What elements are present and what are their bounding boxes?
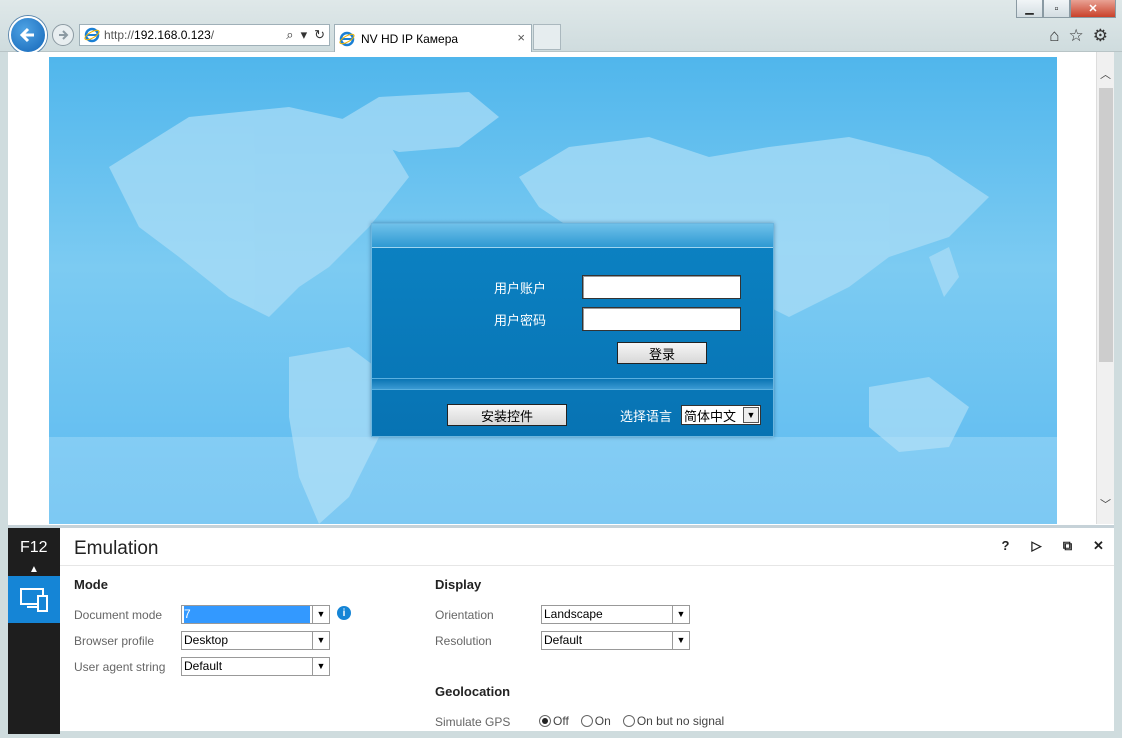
document-mode-value: 7 <box>184 606 310 623</box>
tab-close-icon[interactable]: × <box>517 30 525 45</box>
username-label: 用户账户 <box>494 281 547 296</box>
simulate-gps-label: Simulate GPS <box>435 715 511 729</box>
orientation-select[interactable]: Landscape ▼ <box>541 605 690 624</box>
orientation-value: Landscape <box>544 607 603 621</box>
refresh-icon[interactable]: ↻ <box>314 27 325 43</box>
home-icon[interactable]: ⌂ <box>1049 26 1059 46</box>
chevron-down-icon: ▼ <box>312 632 329 649</box>
search-icon[interactable]: ⌕ <box>286 27 293 43</box>
document-mode-select[interactable]: 7 ▼ <box>181 605 330 624</box>
gps-radio-off[interactable]: Off <box>539 714 569 728</box>
devtools-header: Emulation ? ▷ ⧉ ✕ <box>60 528 1114 566</box>
login-panel-header <box>372 224 773 248</box>
devtools-header-buttons: ? ▷ ⧉ ✕ <box>998 538 1106 554</box>
username-input[interactable] <box>582 275 741 299</box>
forward-button[interactable] <box>52 24 74 46</box>
minimize-button[interactable]: ▁ <box>1016 0 1043 18</box>
forward-arrow-icon <box>59 30 69 40</box>
resolution-label: Resolution <box>435 634 492 648</box>
address-bar[interactable]: http://192.168.0.123/ ⌕ ▾ ↻ <box>79 24 330 46</box>
orientation-label: Orientation <box>435 608 494 622</box>
browser-chrome: ▁ ▫ ✕ http://192.168.0.123/ ⌕ ▾ ↻ NV HD … <box>0 0 1122 54</box>
scroll-down-icon[interactable]: ﹀ <box>1100 496 1111 512</box>
chevron-down-icon: ▼ <box>312 658 329 675</box>
user-agent-label: User agent string <box>74 660 166 674</box>
info-icon[interactable]: i <box>337 606 351 620</box>
login-panel: 用户账户 用户密码 登录 安装控件 选择语言 简体中文 ▼ <box>371 223 774 437</box>
frame-border <box>0 52 8 738</box>
browser-profile-label: Browser profile <box>74 634 155 648</box>
language-label: 选择语言 <box>620 409 673 424</box>
window-controls: ▁ ▫ ✕ <box>1016 0 1116 18</box>
vertical-scrollbar[interactable]: ︿ ﹀ <box>1096 52 1114 524</box>
devtools-tool-rail: F12 ▲ <box>8 528 60 734</box>
chevron-down-icon: ▼ <box>312 606 329 623</box>
back-button[interactable] <box>9 16 47 54</box>
emulation-tool-button[interactable] <box>8 576 60 623</box>
password-label: 用户密码 <box>494 313 547 328</box>
login-button[interactable]: 登录 <box>617 342 707 364</box>
address-url: http://192.168.0.123/ <box>104 28 215 42</box>
new-tab-button[interactable] <box>533 24 561 50</box>
user-agent-value: Default <box>184 659 223 673</box>
devtools-title: Emulation <box>74 538 159 559</box>
page-viewport: 用户账户 用户密码 登录 安装控件 选择语言 简体中文 ▼ ︿ ﹀ <box>8 52 1114 524</box>
devtools-panel: F12 ▲ Emulation ? ▷ ⧉ ✕ Mode Document mo… <box>8 525 1114 734</box>
caret-up-icon[interactable]: ▲ <box>29 564 39 575</box>
frame-border <box>0 731 1122 738</box>
install-control-button[interactable]: 安装控件 <box>447 404 567 426</box>
favorites-icon[interactable]: ☆ <box>1069 26 1084 46</box>
panel-divider <box>372 378 773 390</box>
close-devtools-icon[interactable]: ✕ <box>1091 538 1106 554</box>
radio-button[interactable] <box>580 715 593 727</box>
language-select-value: 简体中文 <box>684 408 737 424</box>
radio-button[interactable] <box>539 715 551 727</box>
back-arrow-icon <box>19 27 34 43</box>
devices-icon <box>20 587 48 612</box>
gps-radio-on[interactable]: On <box>580 714 611 728</box>
settings-gear-icon[interactable]: ⚙ <box>1093 26 1108 46</box>
close-window-button[interactable]: ✕ <box>1070 0 1116 18</box>
user-agent-select[interactable]: Default ▼ <box>181 657 330 676</box>
chevron-down-icon: ▼ <box>672 606 689 623</box>
radio-button[interactable] <box>622 715 635 727</box>
mode-heading: Mode <box>74 577 108 592</box>
scroll-up-icon[interactable]: ︿ <box>1100 66 1111 82</box>
browser-profile-select[interactable]: Desktop ▼ <box>181 631 330 650</box>
gps-radio-group: Off On On but no signal <box>539 714 724 728</box>
help-icon[interactable]: ? <box>998 538 1013 554</box>
undock-icon[interactable]: ⧉ <box>1060 538 1075 554</box>
ie-logo-icon <box>84 27 100 43</box>
frame-border <box>1114 52 1122 738</box>
browser-profile-value: Desktop <box>184 633 229 647</box>
resolution-value: Default <box>544 633 583 647</box>
display-heading: Display <box>435 577 482 592</box>
resolution-select[interactable]: Default ▼ <box>541 631 690 650</box>
gps-radio-no-signal[interactable]: On but no signal <box>622 714 724 728</box>
address-tools: ⌕ ▾ ↻ <box>286 27 325 43</box>
document-mode-label: Document mode <box>74 608 163 622</box>
geolocation-heading: Geolocation <box>435 684 511 699</box>
chevron-down-icon: ▼ <box>672 632 689 649</box>
f12-label: F12 <box>20 539 48 556</box>
browser-tab[interactable]: NV HD IP Камера × <box>334 24 532 52</box>
password-input[interactable] <box>582 307 741 331</box>
chevron-down-icon: ▼ <box>743 407 759 423</box>
maximize-button[interactable]: ▫ <box>1043 0 1070 18</box>
browser-tools: ⌂ ☆ ⚙ <box>1049 26 1108 46</box>
dropdown-arrow-icon[interactable]: ▾ <box>301 27 308 43</box>
tab-title: NV HD IP Камера <box>361 31 459 46</box>
language-select[interactable]: 简体中文 ▼ <box>681 405 761 425</box>
world-map-background: 用户账户 用户密码 登录 安装控件 选择语言 简体中文 ▼ <box>49 57 1057 524</box>
scrollbar-thumb[interactable] <box>1099 88 1113 362</box>
console-icon[interactable]: ▷ <box>1029 538 1044 554</box>
tab-ie-logo-icon <box>339 31 355 46</box>
